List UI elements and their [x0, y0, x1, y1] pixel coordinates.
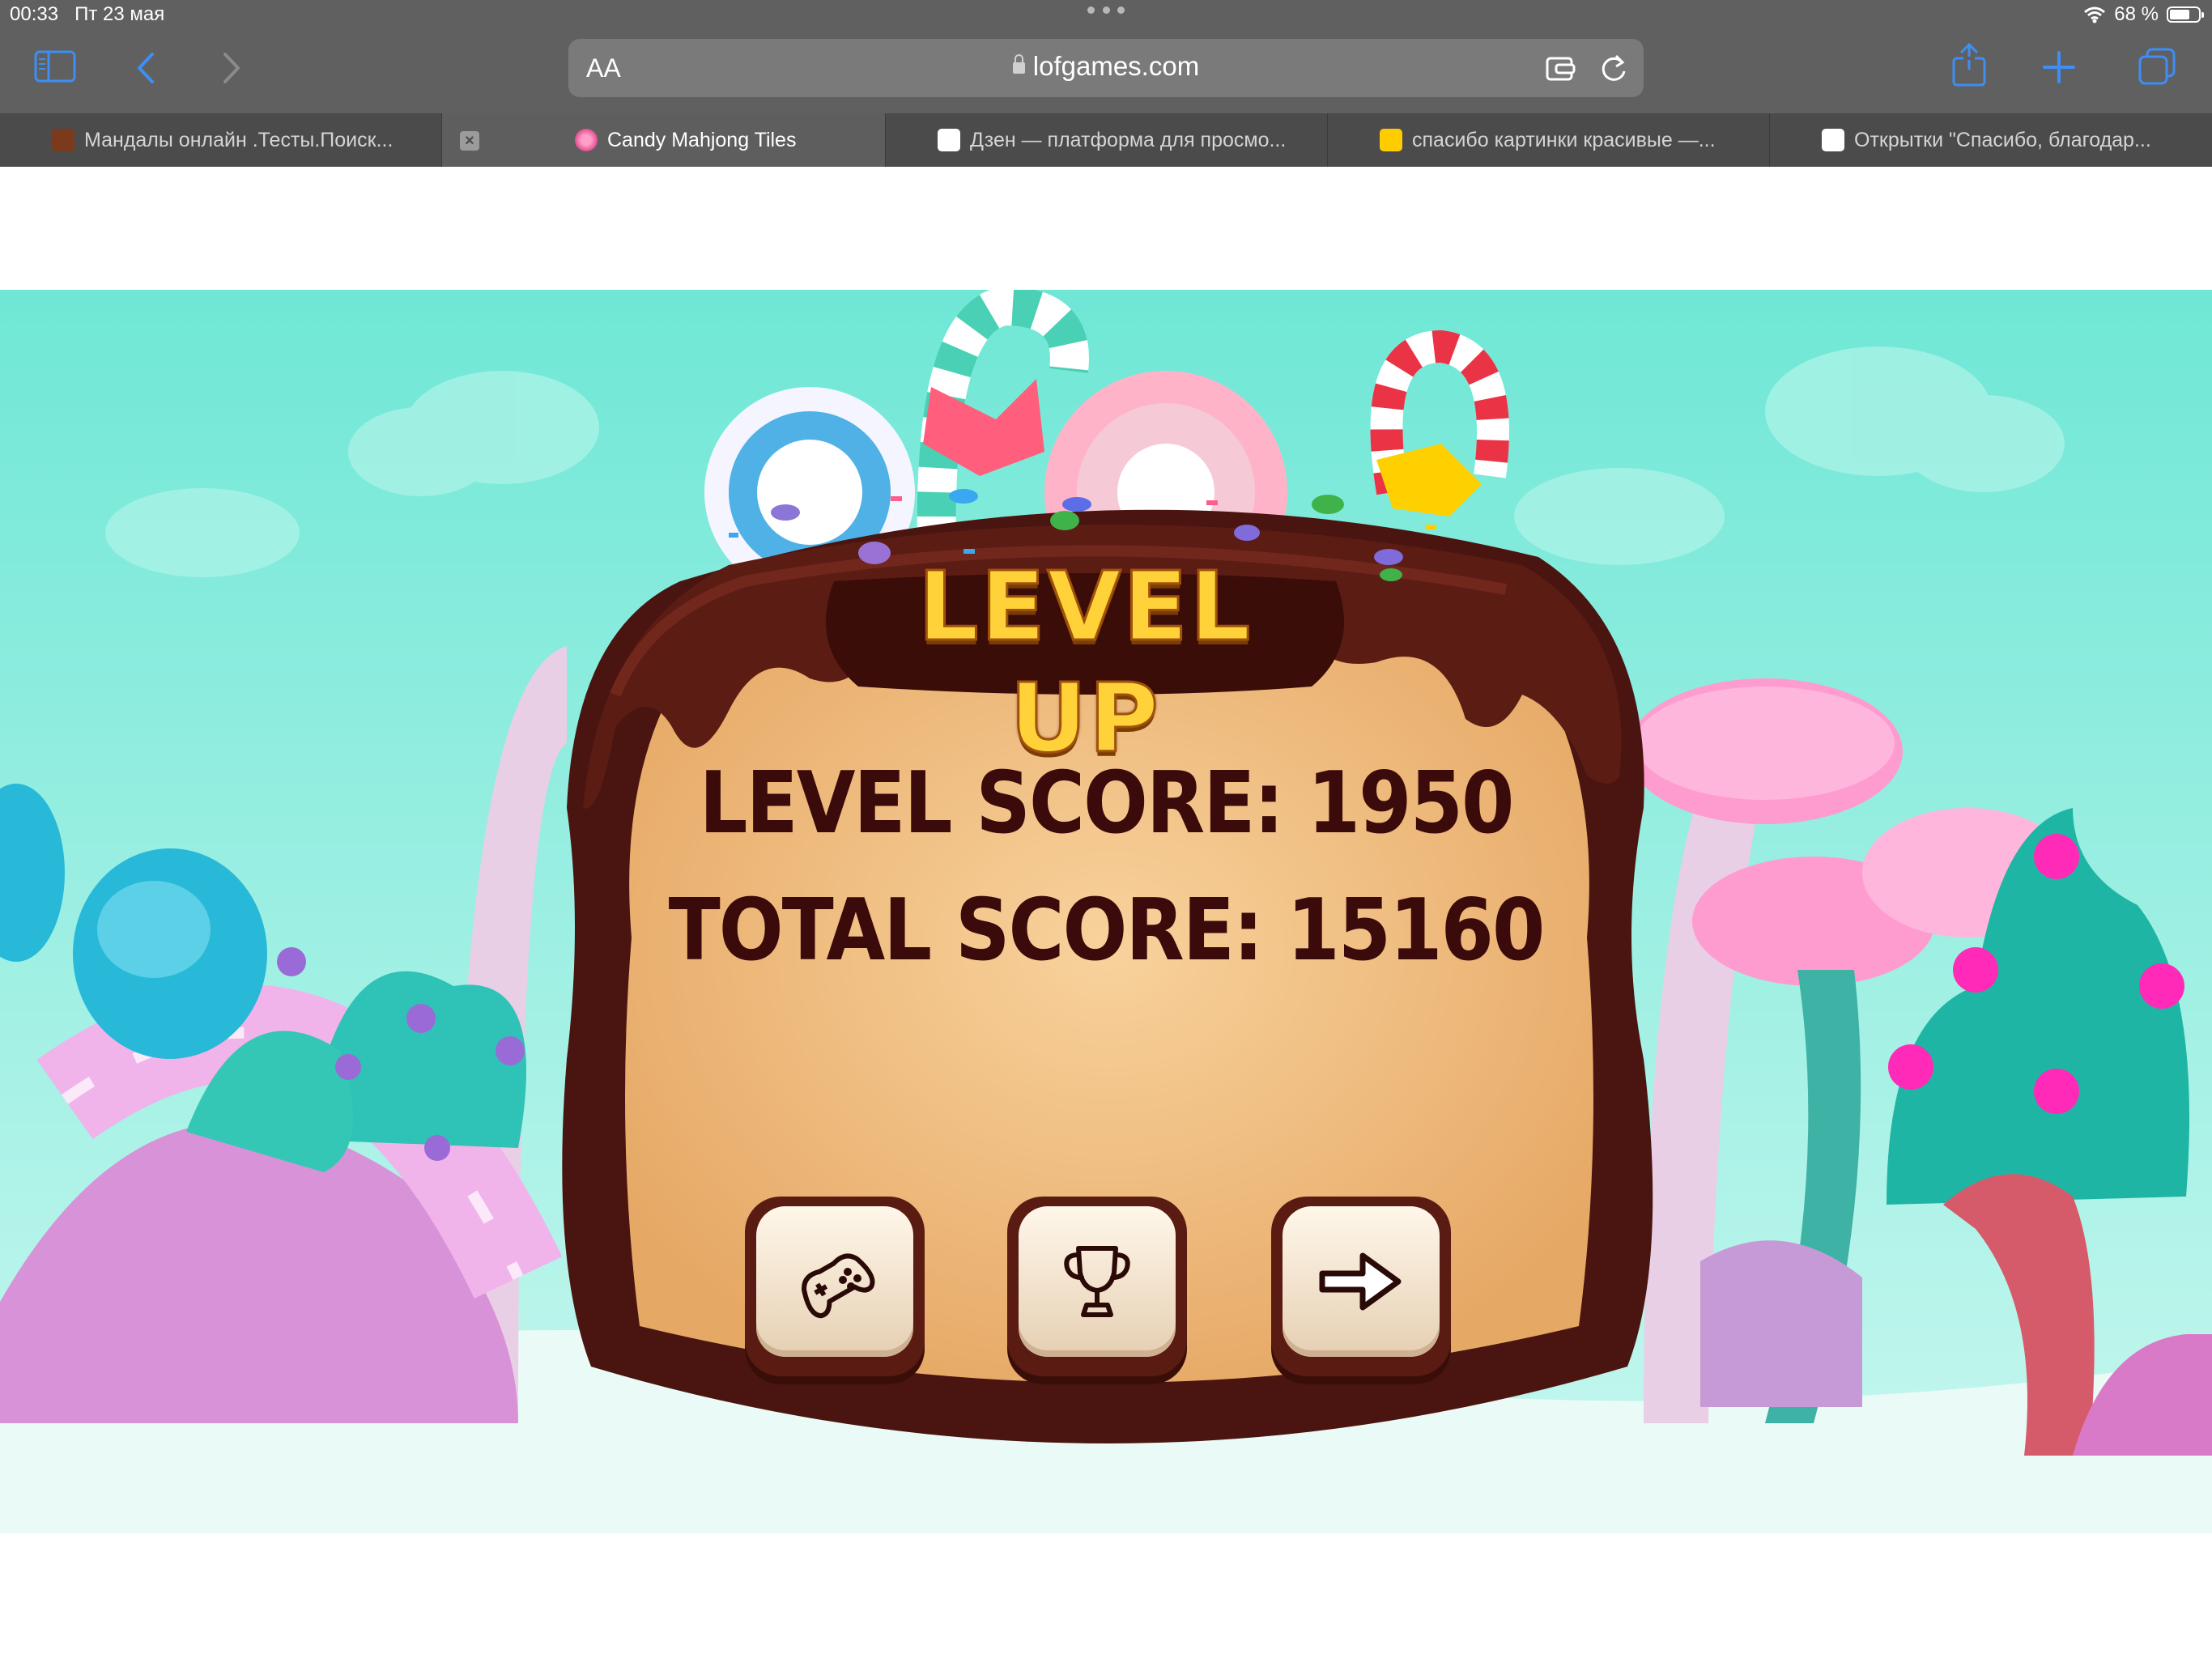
tab-title: Дзен — платформа для просмо...	[970, 128, 1287, 151]
tabs-overview-icon[interactable]	[2138, 47, 2176, 86]
tab-dzen[interactable]: Дзен — платформа для просмо...	[886, 113, 1328, 167]
url-value: lofgames.com	[1032, 51, 1200, 81]
battery-percent: 68 %	[2114, 3, 2159, 25]
tab-spasibo-kartinki[interactable]: спасибо картинки красивые —...	[1328, 113, 1770, 167]
tab-otkrytki[interactable]: Открытки "Спасибо, благодар...	[1770, 113, 2212, 167]
browser-toolbar: 00:33 Пт 23 мая 68 % AA lofgames.com	[0, 0, 2212, 113]
gamepad-button[interactable]	[745, 1197, 925, 1376]
total-score: TOTAL SCORE: 15160	[668, 881, 1546, 980]
lock-icon	[1012, 54, 1025, 74]
favicon-images-icon	[1380, 129, 1402, 151]
forward-icon[interactable]	[222, 52, 241, 84]
close-tab-icon[interactable]: ×	[460, 131, 479, 151]
leaderboard-button[interactable]	[1007, 1197, 1187, 1376]
favicon-mandaly-icon	[52, 129, 74, 151]
tab-title: Открытки "Спасибо, благодар...	[1854, 128, 2151, 151]
sidebar-icon[interactable]	[34, 50, 76, 83]
status-time-date: 00:33 Пт 23 мая	[10, 3, 164, 26]
tab-title: Мандалы онлайн .Тесты.Поиск...	[84, 128, 393, 151]
next-level-button[interactable]	[1271, 1197, 1451, 1376]
tab-title: спасибо картинки красивые —...	[1412, 128, 1716, 151]
status-date: Пт 23 мая	[74, 3, 165, 25]
battery-icon	[2167, 6, 2204, 23]
arrow-right-icon	[1319, 1252, 1402, 1311]
trophy-icon	[1064, 1246, 1130, 1317]
tab-title: Candy Mahjong Tiles	[607, 128, 797, 151]
game-canvas[interactable]: LEVEL UP LEVEL SCORE: 1950 TOTAL SCORE: …	[0, 290, 2212, 1533]
level-up-title: LEVEL UP	[917, 550, 1253, 776]
gamepad-icon	[802, 1253, 875, 1319]
tab-candy-mahjong[interactable]: × Candy Mahjong Tiles	[442, 113, 886, 167]
tab-bar: Мандалы онлайн .Тесты.Поиск... × Candy M…	[0, 113, 2212, 167]
level-score: LEVEL SCORE: 1950	[699, 754, 1515, 853]
back-icon[interactable]	[136, 52, 155, 84]
status-right: 68 %	[2083, 3, 2204, 26]
address-bar[interactable]: AA lofgames.com	[568, 39, 1644, 97]
favicon-wp-icon	[1822, 129, 1844, 151]
favicon-candy-icon	[575, 129, 598, 151]
new-tab-icon[interactable]	[2042, 50, 2076, 84]
share-icon[interactable]	[1951, 42, 1987, 87]
multitasking-dots-icon[interactable]	[1087, 6, 1125, 16]
tab-mandaly[interactable]: Мандалы онлайн .Тесты.Поиск...	[0, 113, 442, 167]
url-text[interactable]: lofgames.com	[568, 51, 1644, 82]
reload-icon[interactable]	[1598, 52, 1629, 84]
wifi-icon	[2084, 6, 2106, 23]
favicon-dzen-icon	[938, 129, 960, 151]
status-time: 00:33	[10, 3, 59, 25]
extension-icon[interactable]	[1545, 53, 1577, 83]
